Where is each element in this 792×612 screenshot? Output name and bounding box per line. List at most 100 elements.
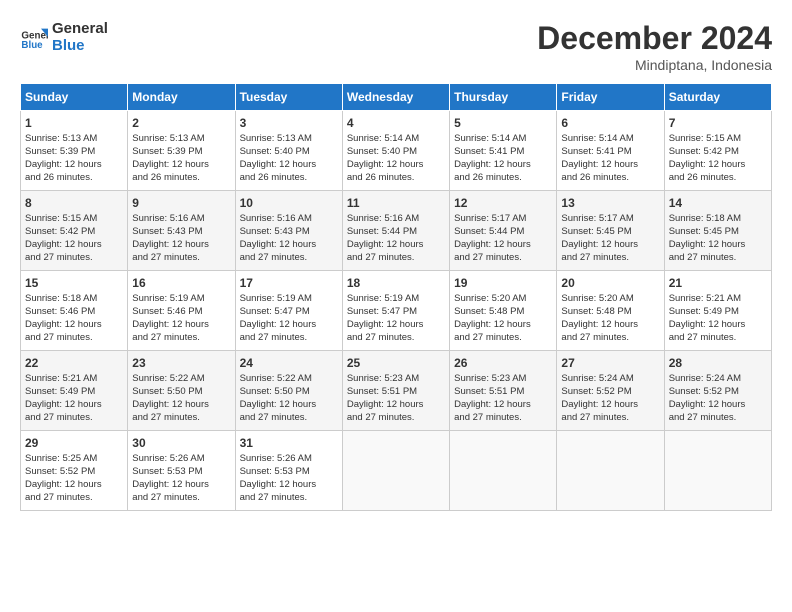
calendar-cell: 28 Sunrise: 5:24 AM Sunset: 5:52 PM Dayli… xyxy=(664,351,771,431)
weekday-friday: Friday xyxy=(557,84,664,111)
day-info: Sunrise: 5:26 AM Sunset: 5:53 PM Dayligh… xyxy=(240,453,338,504)
calendar-cell: 23 Sunrise: 5:22 AM Sunset: 5:50 PM Dayli… xyxy=(128,351,235,431)
day-number: 28 xyxy=(669,355,767,371)
day-info: Sunrise: 5:14 AM Sunset: 5:41 PM Dayligh… xyxy=(561,133,659,184)
day-number: 1 xyxy=(25,115,123,131)
logo: General Blue General Blue xyxy=(20,20,108,54)
day-info: Sunrise: 5:16 AM Sunset: 5:44 PM Dayligh… xyxy=(347,213,445,264)
title-block: December 2024 Mindiptana, Indonesia xyxy=(537,20,772,73)
day-info: Sunrise: 5:24 AM Sunset: 5:52 PM Dayligh… xyxy=(561,373,659,424)
logo-line1: General xyxy=(52,20,108,37)
day-info: Sunrise: 5:20 AM Sunset: 5:48 PM Dayligh… xyxy=(454,293,552,344)
logo-icon: General Blue xyxy=(20,23,48,51)
calendar-week-4: 22Sunrise: 5:21 AM Sunset: 5:49 PM Dayli… xyxy=(21,351,772,431)
calendar-cell: 6 Sunrise: 5:14 AM Sunset: 5:41 PM Daylig… xyxy=(557,111,664,191)
calendar-cell: 3Sunrise: 5:13 AM Sunset: 5:40 PM Daylig… xyxy=(235,111,342,191)
day-number: 25 xyxy=(347,355,445,371)
calendar-week-2: 8Sunrise: 5:15 AM Sunset: 5:42 PM Daylig… xyxy=(21,191,772,271)
calendar-cell: 30 Sunrise: 5:26 AM Sunset: 5:53 PM Dayli… xyxy=(128,431,235,511)
calendar-cell xyxy=(342,431,449,511)
calendar-cell: 15 Sunrise: 5:18 AM Sunset: 5:46 PM Dayli… xyxy=(21,271,128,351)
calendar-cell xyxy=(557,431,664,511)
weekday-saturday: Saturday xyxy=(664,84,771,111)
weekday-header-row: SundayMondayTuesdayWednesdayThursdayFrid… xyxy=(21,84,772,111)
day-number: 21 xyxy=(669,275,767,291)
day-number: 6 xyxy=(561,115,659,131)
day-number: 29 xyxy=(25,435,123,451)
calendar-table: SundayMondayTuesdayWednesdayThursdayFrid… xyxy=(20,83,772,511)
calendar-cell: 14Sunrise: 5:18 AM Sunset: 5:45 PM Dayli… xyxy=(664,191,771,271)
weekday-tuesday: Tuesday xyxy=(235,84,342,111)
location-subtitle: Mindiptana, Indonesia xyxy=(537,57,772,73)
calendar-cell: 21 Sunrise: 5:21 AM Sunset: 5:49 PM Dayli… xyxy=(664,271,771,351)
calendar-cell: 17Sunrise: 5:19 AM Sunset: 5:47 PM Dayli… xyxy=(235,271,342,351)
day-number: 23 xyxy=(132,355,230,371)
day-info: Sunrise: 5:14 AM Sunset: 5:41 PM Dayligh… xyxy=(454,133,552,184)
calendar-cell: 2 Sunrise: 5:13 AM Sunset: 5:39 PM Daylig… xyxy=(128,111,235,191)
calendar-cell: 19 Sunrise: 5:20 AM Sunset: 5:48 PM Dayli… xyxy=(450,271,557,351)
day-info: Sunrise: 5:22 AM Sunset: 5:50 PM Dayligh… xyxy=(132,373,230,424)
day-info: Sunrise: 5:19 AM Sunset: 5:46 PM Dayligh… xyxy=(132,293,230,344)
day-number: 14 xyxy=(669,195,767,211)
day-info: Sunrise: 5:25 AM Sunset: 5:52 PM Dayligh… xyxy=(25,453,123,504)
day-info: Sunrise: 5:26 AM Sunset: 5:53 PM Dayligh… xyxy=(132,453,230,504)
day-info: Sunrise: 5:15 AM Sunset: 5:42 PM Dayligh… xyxy=(25,213,123,264)
calendar-cell: 25 Sunrise: 5:23 AM Sunset: 5:51 PM Dayli… xyxy=(342,351,449,431)
day-number: 4 xyxy=(347,115,445,131)
day-info: Sunrise: 5:13 AM Sunset: 5:39 PM Dayligh… xyxy=(25,133,123,184)
day-info: Sunrise: 5:23 AM Sunset: 5:51 PM Dayligh… xyxy=(347,373,445,424)
calendar-cell: 7 Sunrise: 5:15 AM Sunset: 5:42 PM Daylig… xyxy=(664,111,771,191)
calendar-cell: 16 Sunrise: 5:19 AM Sunset: 5:46 PM Dayli… xyxy=(128,271,235,351)
day-info: Sunrise: 5:20 AM Sunset: 5:48 PM Dayligh… xyxy=(561,293,659,344)
calendar-cell: 18 Sunrise: 5:19 AM Sunset: 5:47 PM Dayli… xyxy=(342,271,449,351)
day-number: 24 xyxy=(240,355,338,371)
day-info: Sunrise: 5:14 AM Sunset: 5:40 PM Dayligh… xyxy=(347,133,445,184)
calendar-cell: 8Sunrise: 5:15 AM Sunset: 5:42 PM Daylig… xyxy=(21,191,128,271)
calendar-cell: 1 Sunrise: 5:13 AM Sunset: 5:39 PM Daylig… xyxy=(21,111,128,191)
day-number: 19 xyxy=(454,275,552,291)
calendar-cell xyxy=(450,431,557,511)
day-info: Sunrise: 5:21 AM Sunset: 5:49 PM Dayligh… xyxy=(669,293,767,344)
day-number: 7 xyxy=(669,115,767,131)
day-number: 20 xyxy=(561,275,659,291)
weekday-wednesday: Wednesday xyxy=(342,84,449,111)
weekday-thursday: Thursday xyxy=(450,84,557,111)
day-info: Sunrise: 5:16 AM Sunset: 5:43 PM Dayligh… xyxy=(132,213,230,264)
page-header: General Blue General Blue December 2024 … xyxy=(20,20,772,73)
logo-line2: Blue xyxy=(52,37,108,54)
calendar-week-5: 29 Sunrise: 5:25 AM Sunset: 5:52 PM Dayli… xyxy=(21,431,772,511)
day-info: Sunrise: 5:13 AM Sunset: 5:40 PM Dayligh… xyxy=(240,133,338,184)
calendar-cell: 22Sunrise: 5:21 AM Sunset: 5:49 PM Dayli… xyxy=(21,351,128,431)
calendar-cell: 10Sunrise: 5:16 AM Sunset: 5:43 PM Dayli… xyxy=(235,191,342,271)
day-info: Sunrise: 5:24 AM Sunset: 5:52 PM Dayligh… xyxy=(669,373,767,424)
calendar-cell: 9 Sunrise: 5:16 AM Sunset: 5:43 PM Daylig… xyxy=(128,191,235,271)
calendar-cell: 12 Sunrise: 5:17 AM Sunset: 5:44 PM Dayli… xyxy=(450,191,557,271)
day-info: Sunrise: 5:15 AM Sunset: 5:42 PM Dayligh… xyxy=(669,133,767,184)
day-number: 5 xyxy=(454,115,552,131)
day-number: 2 xyxy=(132,115,230,131)
day-number: 17 xyxy=(240,275,338,291)
calendar-cell: 11 Sunrise: 5:16 AM Sunset: 5:44 PM Dayli… xyxy=(342,191,449,271)
day-info: Sunrise: 5:19 AM Sunset: 5:47 PM Dayligh… xyxy=(347,293,445,344)
calendar-cell: 5 Sunrise: 5:14 AM Sunset: 5:41 PM Daylig… xyxy=(450,111,557,191)
day-number: 30 xyxy=(132,435,230,451)
day-number: 11 xyxy=(347,195,445,211)
day-info: Sunrise: 5:21 AM Sunset: 5:49 PM Dayligh… xyxy=(25,373,123,424)
calendar-week-3: 15 Sunrise: 5:18 AM Sunset: 5:46 PM Dayli… xyxy=(21,271,772,351)
day-info: Sunrise: 5:17 AM Sunset: 5:44 PM Dayligh… xyxy=(454,213,552,264)
calendar-cell: 29 Sunrise: 5:25 AM Sunset: 5:52 PM Dayli… xyxy=(21,431,128,511)
calendar-cell: 13Sunrise: 5:17 AM Sunset: 5:45 PM Dayli… xyxy=(557,191,664,271)
calendar-cell: 27Sunrise: 5:24 AM Sunset: 5:52 PM Dayli… xyxy=(557,351,664,431)
month-title: December 2024 xyxy=(537,20,772,57)
day-number: 13 xyxy=(561,195,659,211)
day-number: 16 xyxy=(132,275,230,291)
day-info: Sunrise: 5:13 AM Sunset: 5:39 PM Dayligh… xyxy=(132,133,230,184)
day-info: Sunrise: 5:18 AM Sunset: 5:46 PM Dayligh… xyxy=(25,293,123,344)
day-number: 9 xyxy=(132,195,230,211)
calendar-week-1: 1 Sunrise: 5:13 AM Sunset: 5:39 PM Daylig… xyxy=(21,111,772,191)
day-number: 18 xyxy=(347,275,445,291)
day-number: 12 xyxy=(454,195,552,211)
svg-text:Blue: Blue xyxy=(21,40,43,51)
calendar-cell: 31Sunrise: 5:26 AM Sunset: 5:53 PM Dayli… xyxy=(235,431,342,511)
day-number: 15 xyxy=(25,275,123,291)
